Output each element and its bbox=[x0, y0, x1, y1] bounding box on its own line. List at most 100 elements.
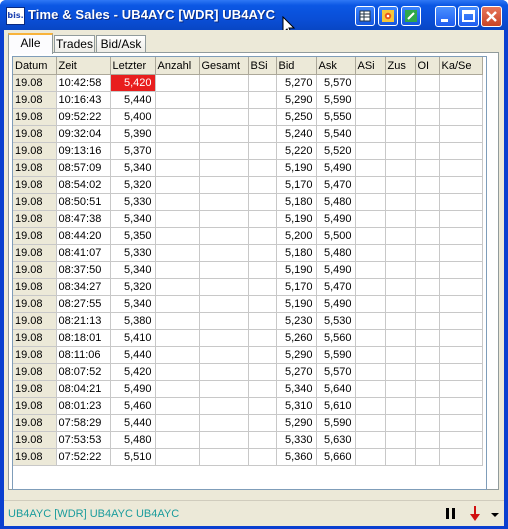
table-row[interactable]: 19.08 08:37:50 5,340 5,190 5,490 bbox=[13, 261, 483, 279]
cell-ka-se bbox=[439, 261, 483, 279]
column-header-datum[interactable]: Datum bbox=[13, 57, 57, 75]
cell-bid: 5,220 bbox=[276, 142, 317, 160]
title-bar[interactable]: bis. Time & Sales - UB4AYC [WDR] UB4AYC bbox=[0, 0, 508, 37]
cell-oi bbox=[415, 329, 440, 347]
cell-bid: 5,190 bbox=[276, 261, 317, 279]
dropdown-icon[interactable] bbox=[490, 505, 500, 522]
tab-trades[interactable]: Trades bbox=[54, 35, 95, 53]
tab-alle[interactable]: Alle bbox=[8, 33, 53, 54]
cell-letzter: 5,510 bbox=[110, 448, 156, 466]
table-row[interactable]: 19.08 08:41:07 5,330 5,180 5,480 bbox=[13, 244, 483, 262]
cell-bid: 5,190 bbox=[276, 295, 317, 313]
cell-letzter: 5,440 bbox=[110, 346, 156, 364]
cell-datum: 19.08 bbox=[13, 210, 57, 228]
cell-zeit: 08:21:13 bbox=[56, 312, 111, 330]
cell-zeit: 08:50:51 bbox=[56, 193, 111, 211]
cell-datum: 19.08 bbox=[13, 431, 57, 449]
cell-anzahl bbox=[155, 431, 200, 449]
pause-icon[interactable] bbox=[444, 505, 458, 522]
table-row[interactable]: 19.08 10:16:43 5,440 5,290 5,590 bbox=[13, 91, 483, 109]
cell-ka-se bbox=[439, 295, 483, 313]
cell-oi bbox=[415, 74, 440, 92]
arrow-down-icon[interactable] bbox=[467, 505, 483, 522]
column-header-oi[interactable]: OI bbox=[415, 57, 440, 75]
cell-bid: 5,180 bbox=[276, 193, 317, 211]
table-row[interactable]: 19.08 08:34:27 5,320 5,170 5,470 bbox=[13, 278, 483, 296]
cell-ka-se bbox=[439, 312, 483, 330]
cell-zus bbox=[385, 380, 416, 398]
cell-gesamt bbox=[199, 278, 249, 296]
table-row[interactable]: 19.08 08:50:51 5,330 5,180 5,480 bbox=[13, 193, 483, 211]
cell-bid: 5,290 bbox=[276, 346, 317, 364]
table-row[interactable]: 19.08 08:44:20 5,350 5,200 5,500 bbox=[13, 227, 483, 245]
column-header-anzahl[interactable]: Anzahl bbox=[155, 57, 200, 75]
cell-zeit: 08:47:38 bbox=[56, 210, 111, 228]
table-row[interactable]: 19.08 08:18:01 5,410 5,260 5,560 bbox=[13, 329, 483, 347]
column-header-zus[interactable]: Zus bbox=[385, 57, 416, 75]
tab-bid-ask[interactable]: Bid/Ask bbox=[96, 35, 146, 53]
settings-star-icon[interactable] bbox=[378, 6, 398, 26]
cell-ka-se bbox=[439, 159, 483, 177]
column-header-gesamt[interactable]: Gesamt bbox=[199, 57, 249, 75]
cell-ask: 5,660 bbox=[316, 448, 356, 466]
cell-zus bbox=[385, 210, 416, 228]
column-header-ask[interactable]: Ask bbox=[316, 57, 356, 75]
table-row[interactable]: 19.08 09:32:04 5,390 5,240 5,540 bbox=[13, 125, 483, 143]
cell-oi bbox=[415, 159, 440, 177]
edit-icon[interactable] bbox=[401, 6, 421, 26]
table-row[interactable]: 19.08 08:27:55 5,340 5,190 5,490 bbox=[13, 295, 483, 313]
cell-asi bbox=[355, 380, 386, 398]
table-row[interactable]: 19.08 08:11:06 5,440 5,290 5,590 bbox=[13, 346, 483, 364]
grid-view-icon[interactable] bbox=[355, 6, 375, 26]
cell-datum: 19.08 bbox=[13, 261, 57, 279]
cell-anzahl bbox=[155, 380, 200, 398]
maximize-button[interactable] bbox=[458, 6, 479, 27]
cell-oi bbox=[415, 278, 440, 296]
cell-anzahl bbox=[155, 142, 200, 160]
cell-anzahl bbox=[155, 91, 200, 109]
cell-anzahl bbox=[155, 397, 200, 415]
table-row[interactable]: 19.08 09:52:22 5,400 5,250 5,550 bbox=[13, 108, 483, 126]
cell-datum: 19.08 bbox=[13, 380, 57, 398]
table-row[interactable]: 19.08 10:42:58 5,420 5,270 5,570 bbox=[13, 74, 483, 92]
cell-oi bbox=[415, 176, 440, 194]
cell-bid: 5,230 bbox=[276, 312, 317, 330]
column-header-bsi[interactable]: BSi bbox=[248, 57, 277, 75]
cell-asi bbox=[355, 176, 386, 194]
table-row[interactable]: 19.08 08:47:38 5,340 5,190 5,490 bbox=[13, 210, 483, 228]
cell-letzter: 5,390 bbox=[110, 125, 156, 143]
close-button[interactable] bbox=[481, 6, 502, 27]
cell-gesamt bbox=[199, 363, 249, 381]
cell-zus bbox=[385, 278, 416, 296]
column-header-ka-se[interactable]: Ka/Se bbox=[439, 57, 483, 75]
table-row[interactable]: 19.08 08:21:13 5,380 5,230 5,530 bbox=[13, 312, 483, 330]
table-row[interactable]: 19.08 07:53:53 5,480 5,330 5,630 bbox=[13, 431, 483, 449]
column-header-letzter[interactable]: Letzter bbox=[110, 57, 156, 75]
cell-gesamt bbox=[199, 261, 249, 279]
table-row[interactable]: 19.08 07:58:29 5,440 5,290 5,590 bbox=[13, 414, 483, 432]
cell-bsi bbox=[248, 295, 277, 313]
column-header-bid[interactable]: Bid bbox=[276, 57, 317, 75]
cell-zeit: 08:18:01 bbox=[56, 329, 111, 347]
trades-grid[interactable]: Datum Zeit Letzter Anzahl Gesamt BSi Bid Ask ASi… bbox=[12, 56, 487, 490]
cell-ka-se bbox=[439, 227, 483, 245]
table-row[interactable]: 19.08 07:52:22 5,510 5,360 5,660 bbox=[13, 448, 483, 466]
table-row[interactable]: 19.08 09:13:16 5,370 5,220 5,520 bbox=[13, 142, 483, 160]
cell-ka-se bbox=[439, 414, 483, 432]
cell-letzter: 5,330 bbox=[110, 193, 156, 211]
column-header-zeit[interactable]: Zeit bbox=[56, 57, 111, 75]
table-row[interactable]: 19.08 08:07:52 5,420 5,270 5,570 bbox=[13, 363, 483, 381]
cell-datum: 19.08 bbox=[13, 312, 57, 330]
table-row[interactable]: 19.08 08:04:21 5,490 5,340 5,640 bbox=[13, 380, 483, 398]
minimize-button[interactable] bbox=[435, 6, 456, 27]
table-row[interactable]: 19.08 08:57:09 5,340 5,190 5,490 bbox=[13, 159, 483, 177]
cell-ask: 5,490 bbox=[316, 159, 356, 177]
cell-ka-se bbox=[439, 176, 483, 194]
column-header-asi[interactable]: ASi bbox=[355, 57, 386, 75]
cell-asi bbox=[355, 363, 386, 381]
cell-bsi bbox=[248, 346, 277, 364]
table-row[interactable]: 19.08 08:54:02 5,320 5,170 5,470 bbox=[13, 176, 483, 194]
table-row[interactable]: 19.08 08:01:23 5,460 5,310 5,610 bbox=[13, 397, 483, 415]
cell-datum: 19.08 bbox=[13, 363, 57, 381]
cell-oi bbox=[415, 363, 440, 381]
